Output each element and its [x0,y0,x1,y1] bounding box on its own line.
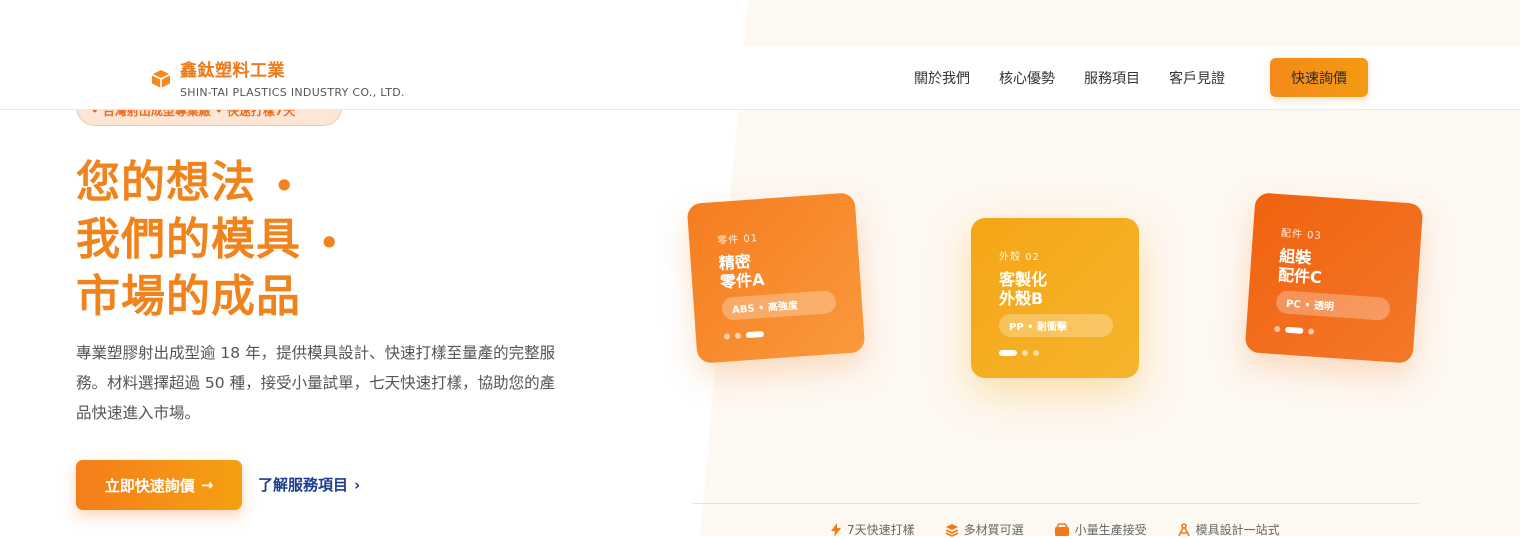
feature-item: 模具設計一站式 [1177,521,1280,538]
card-dots [999,350,1039,356]
hero-title-line: 您的想法 • [76,156,340,213]
quote-now-button[interactable]: 立即快速詢價 → [76,460,242,510]
hero-line-dot: • [274,167,296,205]
brand-name[interactable]: 鑫鈦塑料工業 [180,56,285,81]
nav-item-services[interactable]: 服務項目 [1084,68,1140,88]
learn-services-link[interactable]: 了解服務項目 › [258,474,360,495]
brand-subtitle: SHIN-TAI PLASTICS INDUSTRY CO., LTD. [180,86,405,99]
feature-item: 7天快速打樣 [830,521,915,538]
card-dots [1274,325,1315,335]
chevron-right-icon: › [354,475,361,494]
hero-title-line: 市場的成品 [76,270,340,324]
nav-item-about[interactable]: 關於我們 [914,68,970,88]
card-material-chip: PP • 耐衝擊 [999,314,1113,337]
box-logo-icon [151,70,171,88]
compass-icon [1177,522,1190,536]
product-card[interactable]: 配件 03 組裝 配件C PC • 透明 [1244,192,1424,364]
card-tag: 零件 01 [716,233,759,247]
nav-quote-button[interactable]: 快速詢價 [1270,58,1368,97]
hero-line-text: 市場的成品 [76,271,301,322]
divider [692,503,1419,504]
hero-title-line: 我們的模具 • [76,213,340,270]
hero-title: 您的想法 • 我們的模具 • 市場的成品 [76,156,340,324]
learn-services-label: 了解服務項目 [258,476,349,494]
site-header: 鑫鈦塑料工業 SHIN-TAI PLASTICS INDUSTRY CO., L… [0,46,1520,110]
card-tag: 配件 03 [1280,228,1323,243]
feature-label: 7天快速打樣 [847,523,915,537]
hero-line-text: 我們的模具 [76,214,301,265]
box-icon [1054,522,1069,536]
card-material-chip: ABS • 高強度 [721,289,837,321]
card-title: 精密 零件A [718,251,766,292]
hero-line-dot: • [319,224,341,262]
product-card[interactable]: 零件 01 精密 零件A ABS • 高強度 [686,192,866,364]
card-title: 組裝 配件C [1277,246,1323,288]
quote-now-label: 立即快速詢價 [104,476,195,495]
product-card[interactable]: 外殼 02 客製化 外殼B PP • 耐衝擊 [971,218,1139,378]
arrow-right-icon: → [200,476,214,494]
hero-line-text: 您的想法 [76,157,256,208]
feature-list: 7天快速打樣 多材質可選 小量生產接受 模具設計一站式 [830,521,1280,538]
main-nav: 關於我們 核心優勢 服務項目 客戶見證 [914,68,1225,88]
feature-label: 小量生產接受 [1074,523,1147,537]
card-title: 客製化 外殼B [999,270,1048,308]
nav-item-testimonials[interactable]: 客戶見證 [1169,68,1225,88]
feature-label: 模具設計一站式 [1195,523,1280,537]
feature-item: 小量生產接受 [1054,521,1147,538]
layers-icon [945,523,958,537]
nav-item-advantages[interactable]: 核心優勢 [999,68,1055,88]
card-tag: 外殼 02 [999,252,1040,263]
lightning-icon [831,522,841,537]
hero-description: 專業塑膠射出成型逾 18 年，提供模具設計、快速打樣至量產的完整服務。材料選擇超… [76,344,556,422]
feature-label: 多材質可選 [963,523,1024,537]
card-dots [723,330,765,340]
feature-item: 多材質可選 [945,521,1024,538]
card-material-chip: PC • 透明 [1275,290,1391,321]
